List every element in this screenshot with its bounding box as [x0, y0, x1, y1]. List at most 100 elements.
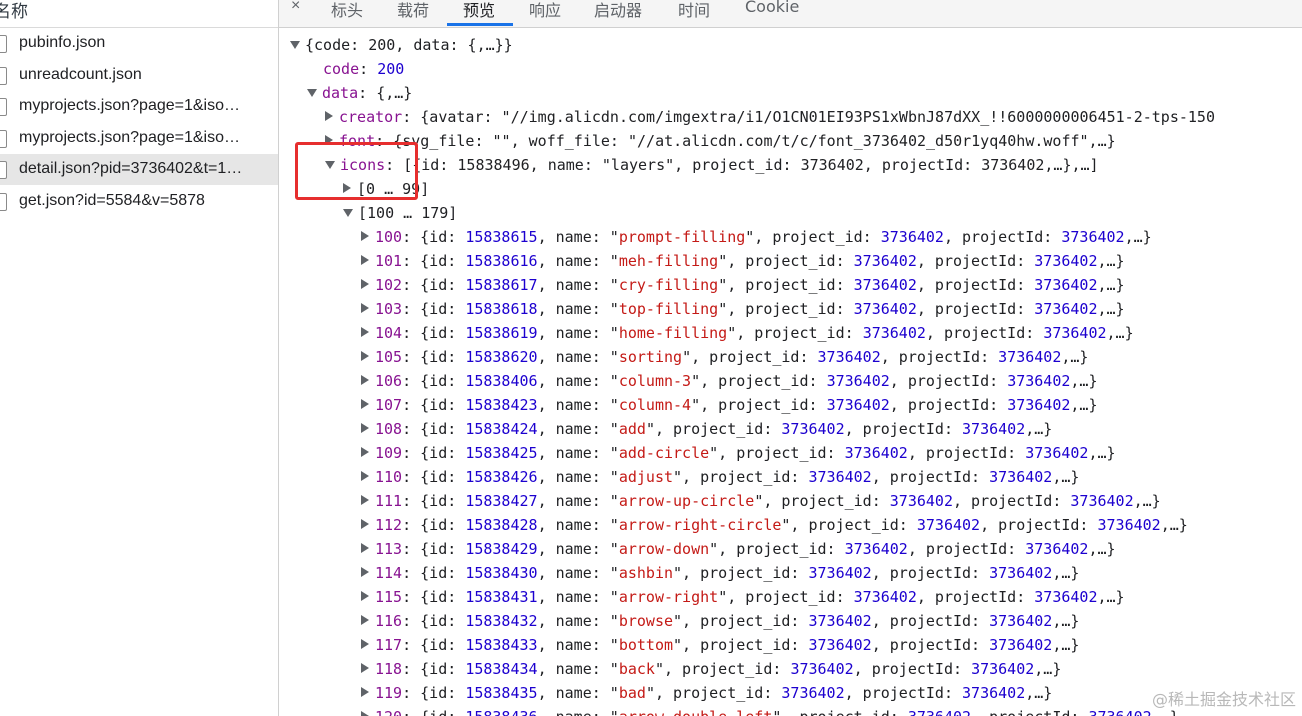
request-row[interactable]: myprojects.json?page=1&iso… — [0, 123, 278, 154]
json-token: ", project_id: — [772, 708, 907, 716]
collapse-triangle-icon[interactable] — [361, 519, 369, 529]
json-token: , name: " — [538, 708, 619, 716]
request-list-panel: 名称 pubinfo.json unreadcount.json myproject… — [0, 0, 279, 716]
name-column-header[interactable]: 名称 — [0, 0, 278, 28]
json-token: : {id: — [402, 684, 466, 702]
json-data-line[interactable]: data: {,…} — [307, 81, 412, 105]
json-name: bad — [618, 684, 646, 702]
collapse-triangle-icon[interactable] — [361, 711, 369, 716]
tab-cookie[interactable]: Cookie — [745, 0, 799, 16]
json-icon-item[interactable]: 111: {id: 15838427, name: "arrow-up-circ… — [361, 489, 1161, 513]
json-icon-item[interactable]: 113: {id: 15838429, name: "arrow-down", … — [361, 537, 1116, 561]
json-icon-item[interactable]: 118: {id: 15838434, name: "back", projec… — [361, 657, 1061, 681]
json-token: , name: " — [537, 300, 619, 318]
request-row[interactable]: detail.json?pid=3736402&t=1… — [0, 154, 278, 185]
collapse-triangle-icon[interactable] — [361, 447, 369, 457]
collapse-triangle-icon[interactable] — [361, 591, 369, 601]
json-creator-line[interactable]: creator: {avatar: "//img.alicdn.com/imge… — [325, 105, 1215, 129]
json-icon-item[interactable]: 109: {id: 15838425, name: "add-circle", … — [361, 441, 1116, 465]
json-project-id: 3736402 — [889, 492, 953, 510]
json-token: , name: " — [537, 468, 619, 486]
file-icon — [0, 66, 7, 85]
json-root-line[interactable]: {code: 200, data: {,…}} — [290, 33, 513, 57]
json-font-line[interactable]: font: {svg_file: "", woff_file: "//at.al… — [325, 129, 1116, 153]
json-icon-item[interactable]: 104: {id: 15838619, name: "home-filling"… — [361, 321, 1134, 345]
json-project-id: 3736402 — [844, 540, 908, 558]
collapse-triangle-icon[interactable] — [361, 375, 369, 385]
request-row[interactable]: get.json?id=5584&v=5878 — [0, 186, 278, 217]
collapse-triangle-icon[interactable] — [361, 543, 369, 553]
collapse-triangle-icon[interactable] — [361, 663, 369, 673]
tab-initiator[interactable]: 启动器 — [594, 0, 642, 21]
json-icon-item[interactable]: 105: {id: 15838620, name: "sorting", pro… — [361, 345, 1088, 369]
json-project-id: 3736402 — [962, 420, 1026, 438]
json-icon-item[interactable]: 114: {id: 15838430, name: "ashbin", proj… — [361, 561, 1079, 585]
json-icon-item[interactable]: 120: {id: 15838436, name: "arrow-double-… — [361, 705, 1179, 716]
json-token: ,…} — [1070, 372, 1098, 390]
json-project-id: 3736402 — [908, 708, 971, 716]
json-token: , name: " — [537, 660, 619, 678]
json-id: 15838427 — [465, 492, 538, 510]
json-name: arrow-right-circle — [618, 516, 782, 534]
request-row[interactable]: myprojects.json?page=1&iso… — [0, 91, 278, 122]
json-token: , projectId: — [943, 228, 1062, 246]
json-token: ", project_id: — [673, 468, 809, 486]
collapse-triangle-icon[interactable] — [361, 279, 369, 289]
json-icon-item[interactable]: 119: {id: 15838435, name: "bad", project… — [361, 681, 1052, 705]
json-project-id: 3736402 — [1034, 300, 1098, 318]
collapse-triangle-icon[interactable] — [361, 615, 369, 625]
collapse-triangle-icon[interactable] — [361, 255, 369, 265]
json-group-expanded[interactable]: [100 … 179] — [343, 201, 457, 225]
collapse-triangle-icon[interactable] — [361, 327, 369, 337]
expand-triangle-icon[interactable] — [290, 41, 300, 49]
request-row[interactable]: pubinfo.json — [0, 28, 278, 59]
json-name: home-filling — [618, 324, 728, 342]
tab-response[interactable]: 响应 — [529, 0, 561, 21]
json-index: 113 — [375, 540, 403, 558]
json-range: [100 … 179] — [358, 204, 458, 222]
json-icon-item[interactable]: 101: {id: 15838616, name: "meh-filling",… — [361, 249, 1125, 273]
json-icon-item[interactable]: 112: {id: 15838428, name: "arrow-right-c… — [361, 513, 1188, 537]
json-icons-line[interactable]: icons: [{id: 15838496, name: "layers", p… — [325, 153, 1099, 177]
json-icon-item[interactable]: 115: {id: 15838431, name: "arrow-right",… — [361, 585, 1125, 609]
json-token: ", project_id: — [673, 636, 809, 654]
json-token: , projectId: — [889, 372, 1008, 390]
collapse-triangle-icon[interactable] — [361, 495, 369, 505]
collapse-triangle-icon[interactable] — [325, 111, 333, 121]
expand-triangle-icon[interactable] — [343, 209, 353, 217]
json-icon-item[interactable]: 100: {id: 15838615, name: "prompt-fillin… — [361, 225, 1152, 249]
json-token: : {id: — [402, 588, 466, 606]
json-icon-item[interactable]: 116: {id: 15838432, name: "browse", proj… — [361, 609, 1079, 633]
collapse-triangle-icon[interactable] — [361, 687, 369, 697]
json-icon-item[interactable]: 107: {id: 15838423, name: "column-4", pr… — [361, 393, 1098, 417]
json-project-id: 3736402 — [962, 684, 1026, 702]
json-icon-item[interactable]: 103: {id: 15838618, name: "top-filling",… — [361, 297, 1125, 321]
json-icon-item[interactable]: 102: {id: 15838617, name: "cry-filling",… — [361, 273, 1125, 297]
json-token: , projectId: — [971, 708, 1088, 716]
json-id: 15838435 — [465, 684, 538, 702]
collapse-triangle-icon[interactable] — [361, 471, 369, 481]
json-icon-item[interactable]: 117: {id: 15838433, name: "bottom", proj… — [361, 633, 1079, 657]
collapse-triangle-icon[interactable] — [361, 567, 369, 577]
tab-preview[interactable]: 预览 — [463, 0, 495, 21]
request-row[interactable]: unreadcount.json — [0, 60, 278, 91]
json-project-id: 3736402 — [862, 324, 926, 342]
json-icon-item[interactable]: 106: {id: 15838406, name: "column-3", pr… — [361, 369, 1098, 393]
expand-triangle-icon[interactable] — [307, 89, 317, 97]
json-name: adjust — [618, 468, 674, 486]
json-index: 118 — [375, 660, 403, 678]
tab-headers[interactable]: 标头 — [331, 0, 363, 21]
collapse-triangle-icon[interactable] — [361, 423, 369, 433]
collapse-triangle-icon[interactable] — [361, 639, 369, 649]
json-project-id: 3736402 — [853, 252, 917, 270]
collapse-triangle-icon[interactable] — [361, 399, 369, 409]
close-icon[interactable]: × — [291, 0, 300, 15]
tab-timing[interactable]: 时间 — [678, 0, 710, 21]
json-icon-item[interactable]: 108: {id: 15838424, name: "add", project… — [361, 417, 1052, 441]
json-project-id: 3736402 — [817, 348, 881, 366]
json-icon-item[interactable]: 110: {id: 15838426, name: "adjust", proj… — [361, 465, 1079, 489]
collapse-triangle-icon[interactable] — [361, 303, 369, 313]
collapse-triangle-icon[interactable] — [361, 231, 369, 241]
collapse-triangle-icon[interactable] — [361, 351, 369, 361]
tab-payload[interactable]: 载荷 — [397, 0, 429, 21]
